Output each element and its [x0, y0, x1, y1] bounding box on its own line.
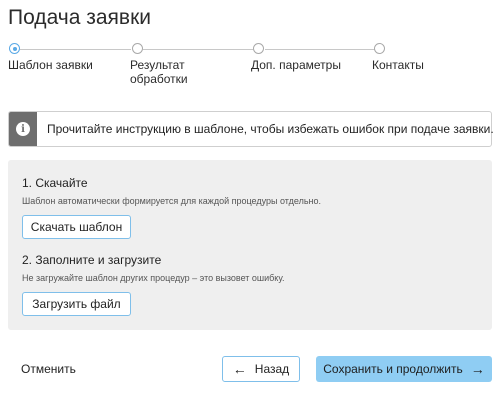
arrow-left-icon: ←	[232, 361, 247, 377]
cancel-button[interactable]: Отменить	[21, 362, 76, 376]
download-section-title: 1. Скачайте	[22, 176, 88, 190]
back-button-label: Назад	[254, 362, 290, 376]
step-2-indicator	[132, 43, 143, 54]
notice-text: Прочитайте инструкцию в шаблоне, чтобы и…	[47, 122, 494, 136]
info-notice: i Прочитайте инструкцию в шаблоне, чтобы…	[8, 111, 494, 147]
arrow-right-icon: →	[470, 361, 485, 377]
step-connector	[143, 49, 253, 50]
save-button-label: Сохранить и продолжить	[323, 362, 463, 376]
step-label-params[interactable]: Доп. параметры	[251, 58, 361, 72]
step-label-result[interactable]: Результат обработки	[130, 58, 220, 86]
step-label-template[interactable]: Шаблон заявки	[8, 58, 118, 72]
upload-file-button[interactable]: Загрузить файл	[22, 292, 131, 316]
step-label-contacts[interactable]: Контакты	[372, 58, 482, 72]
upload-section-title: 2. Заполните и загрузите	[22, 253, 162, 267]
save-continue-button[interactable]: Сохранить и продолжить →	[316, 356, 492, 382]
step-3-indicator	[253, 43, 264, 54]
progress-stepper: Шаблон заявки Результат обработки Доп. п…	[8, 40, 492, 90]
step-connector	[20, 49, 131, 50]
download-template-button[interactable]: Скачать шаблон	[22, 215, 131, 239]
back-button[interactable]: ← Назад	[222, 356, 300, 382]
step-4-indicator	[374, 43, 385, 54]
upload-section-hint: Не загружайте шаблон других процедур – э…	[22, 273, 285, 283]
template-panel: 1. Скачайте Шаблон автоматически формиру…	[8, 160, 492, 330]
info-icon: i	[9, 112, 37, 146]
step-1-indicator	[9, 43, 20, 54]
step-connector	[265, 49, 375, 50]
page-title: Подача заявки	[8, 6, 151, 29]
download-section-hint: Шаблон автоматически формируется для каж…	[22, 196, 321, 206]
